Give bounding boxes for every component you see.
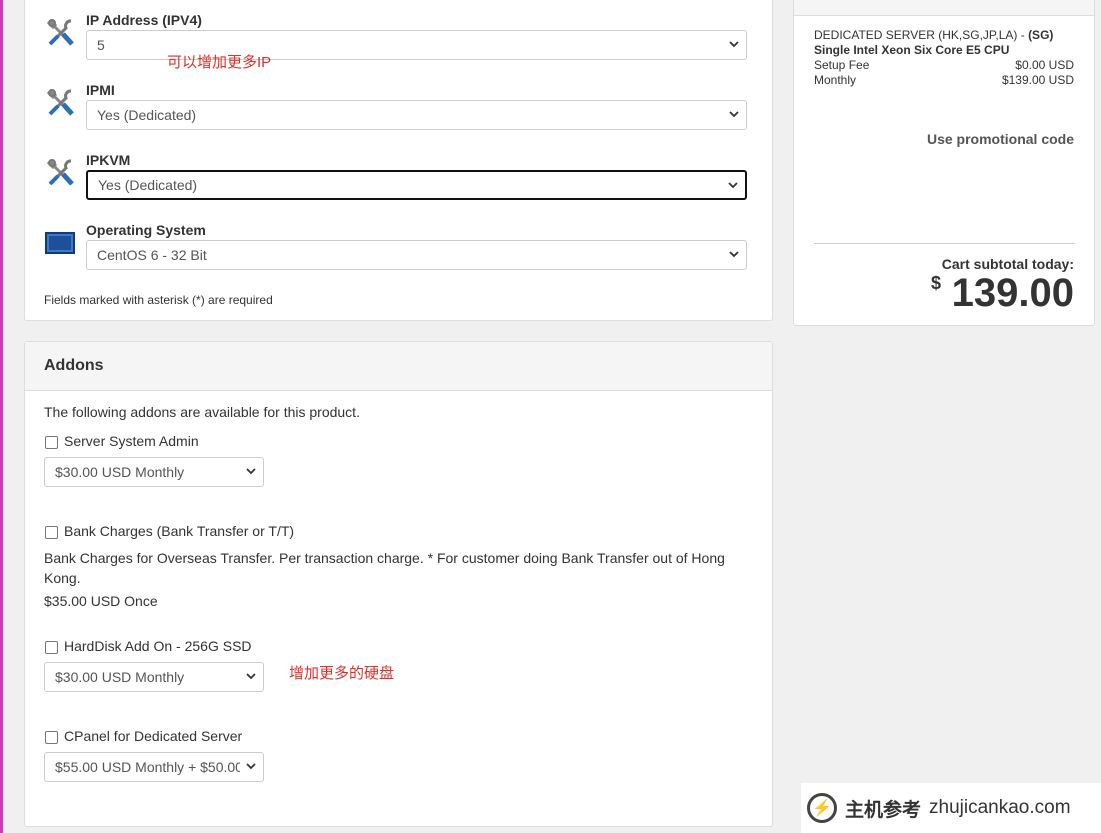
addon-option: $30.00 USD Monthly bbox=[55, 464, 185, 480]
annotation-ip: 可以增加更多IP bbox=[167, 54, 272, 71]
tools-icon bbox=[45, 17, 77, 49]
ip-address-value: 5 bbox=[97, 37, 105, 53]
chevron-down-icon bbox=[245, 760, 257, 772]
logo-icon: ⚡ bbox=[807, 793, 837, 823]
required-note: Fields marked with asterisk (*) are requ… bbox=[44, 293, 273, 307]
addon-checkbox-bank-charges[interactable] bbox=[45, 526, 58, 539]
addon-description: Bank Charges for Overseas Transfer. Per … bbox=[44, 550, 725, 586]
ipkvm-label: IPKVM bbox=[86, 152, 131, 168]
configurable-options-panel: IP Address (IPV4) 5 可以增加更多IP IPMI Yes (D… bbox=[24, 0, 773, 321]
ip-address-label: IP Address (IPV4) bbox=[86, 12, 202, 28]
ipkvm-value: Yes (Dedicated) bbox=[98, 177, 198, 193]
ipmi-label: IPMI bbox=[86, 82, 115, 98]
monthly-value: $139.00 USD bbox=[1001, 73, 1074, 87]
subtotal-label: Cart subtotal today: bbox=[941, 256, 1074, 272]
addon-select-server-admin[interactable]: $30.00 USD Monthly bbox=[44, 457, 264, 487]
monthly-label: Monthly bbox=[814, 73, 857, 87]
os-select[interactable]: CentOS 6 - 32 Bit bbox=[86, 240, 747, 270]
summary-header bbox=[794, 0, 1094, 16]
subtotal-currency: $ bbox=[930, 273, 941, 293]
watermark-logo: ⚡ 主机参考 zhujicankao.com bbox=[801, 783, 1101, 833]
addons-title: Addons bbox=[44, 357, 104, 374]
addon-select-cpanel[interactable]: $55.00 USD Monthly + $50.00 bbox=[44, 752, 264, 782]
addon-option: $55.00 USD Monthly + $50.00 bbox=[55, 759, 240, 775]
addon-select-harddisk[interactable]: $30.00 USD Monthly bbox=[44, 662, 264, 692]
addon-checkbox-harddisk[interactable] bbox=[45, 641, 58, 654]
accent-bar bbox=[0, 0, 3, 833]
addon-checkbox-server-admin[interactable] bbox=[45, 436, 58, 449]
watermark-cn: 主机参考 bbox=[845, 799, 922, 821]
divider bbox=[814, 243, 1075, 244]
chevron-down-icon bbox=[728, 248, 740, 260]
setup-fee-value: $0.00 USD bbox=[1015, 58, 1074, 72]
addons-panel: Addons The following addons are availabl… bbox=[24, 341, 773, 827]
order-summary-panel: DEDICATED SERVER (HK,SG,JP,LA) - (SG) Si… bbox=[793, 0, 1095, 326]
addon-name: Bank Charges (Bank Transfer or T/T) bbox=[64, 523, 295, 539]
chevron-down-icon bbox=[728, 108, 740, 120]
product-group: DEDICATED SERVER (HK,SG,JP,LA) - (SG) bbox=[814, 28, 1054, 42]
monitor-icon bbox=[45, 232, 75, 254]
ipkvm-select[interactable]: Yes (Dedicated) bbox=[86, 170, 747, 200]
watermark-url: zhujicankao.com bbox=[929, 797, 1071, 818]
addon-name: HardDisk Add On - 256G SSD bbox=[64, 638, 252, 654]
addon-name: Server System Admin bbox=[64, 433, 199, 449]
chevron-down-icon bbox=[245, 670, 257, 682]
subtotal-amount: 139.00 bbox=[951, 271, 1074, 315]
addon-name: CPanel for Dedicated Server bbox=[64, 728, 243, 744]
os-value: CentOS 6 - 32 Bit bbox=[97, 247, 207, 263]
chevron-down-icon bbox=[727, 179, 739, 191]
addons-intro: The following addons are available for t… bbox=[44, 404, 360, 420]
annotation-disk: 增加更多的硬盘 bbox=[289, 665, 395, 682]
addon-checkbox-cpanel[interactable] bbox=[45, 731, 58, 744]
product-name: Single Intel Xeon Six Core E5 CPU bbox=[814, 43, 1010, 57]
promo-code-link[interactable]: Use promotional code bbox=[927, 131, 1074, 147]
ipmi-select[interactable]: Yes (Dedicated) bbox=[86, 100, 747, 130]
os-label: Operating System bbox=[86, 222, 206, 238]
chevron-down-icon bbox=[728, 38, 740, 50]
addon-option: $30.00 USD Monthly bbox=[55, 669, 185, 685]
tools-icon bbox=[45, 157, 77, 189]
addons-header bbox=[25, 342, 772, 391]
chevron-down-icon bbox=[245, 465, 257, 477]
tools-icon bbox=[45, 87, 77, 119]
setup-fee-label: Setup Fee bbox=[814, 58, 870, 72]
addon-price: $35.00 USD Once bbox=[44, 593, 158, 609]
ipmi-value: Yes (Dedicated) bbox=[97, 107, 197, 123]
